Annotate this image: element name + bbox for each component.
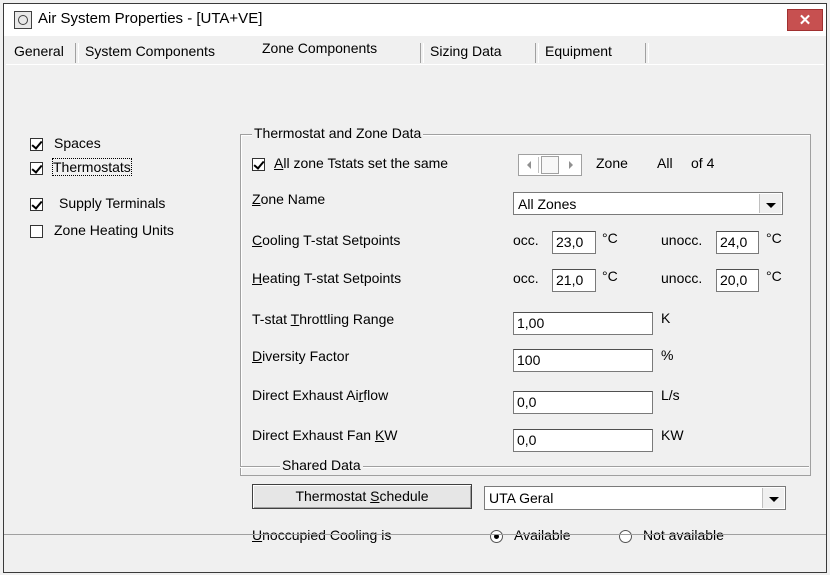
heating-unocc-input[interactable]: 20,0 <box>716 269 759 292</box>
cooling-occ-input[interactable]: 23,0 <box>552 231 596 254</box>
title-bar: Air System Properties - [UTA+VE] ✕ <box>4 4 826 36</box>
spaces-label: Spaces <box>54 135 101 151</box>
throttling-range-input[interactable]: 1,00 <box>513 312 653 335</box>
tab-separator <box>75 43 79 63</box>
tab-sizing-data[interactable]: Sizing Data <box>430 43 502 59</box>
diversity-factor-input[interactable]: 100 <box>513 349 653 372</box>
tab-separator <box>645 43 649 63</box>
thermostats-checkbox[interactable] <box>30 162 43 175</box>
zone-name-value: All Zones <box>518 196 577 212</box>
zone-components-panel: Spaces Thermostats Supply Terminals Zone… <box>6 64 824 543</box>
tab-bar: General System Components Zone Component… <box>4 37 826 65</box>
zone-value: All <box>657 155 673 171</box>
available-radio[interactable] <box>490 530 503 543</box>
heating-unocc-unit: °C <box>766 268 782 284</box>
tab-general[interactable]: General <box>14 43 64 59</box>
heating-occ-input[interactable]: 21,0 <box>552 269 596 292</box>
not-available-radio[interactable] <box>619 530 632 543</box>
supply-terminals-label: Supply Terminals <box>59 195 166 211</box>
heating-unocc-label: unocc. <box>661 270 703 286</box>
exhaust-airflow-unit: L/s <box>661 387 680 403</box>
heating-occ-unit: °C <box>602 268 618 284</box>
cooling-unocc-label: unocc. <box>661 232 703 248</box>
supply-terminals-checkbox[interactable] <box>30 198 43 211</box>
zone-heating-units-label: Zone Heating Units <box>54 222 174 238</box>
exhaust-airflow-input[interactable]: 0,0 <box>513 391 653 414</box>
zone-name-label: Zone Name <box>252 191 326 207</box>
cooling-unocc-unit: °C <box>766 230 782 246</box>
available-label: Available <box>514 527 571 543</box>
schedule-value: UTA Geral <box>489 490 554 506</box>
exhaust-fan-input[interactable]: 0,0 <box>513 429 653 452</box>
all-zone-tstats-label: All zone Tstats set the same <box>274 155 449 171</box>
zone-label: Zone <box>596 155 628 171</box>
shared-data-title: Shared Data <box>280 457 363 473</box>
chevron-down-icon[interactable] <box>759 194 781 213</box>
chevron-down-icon[interactable] <box>762 488 784 508</box>
zone-name-dropdown[interactable]: All Zones <box>513 192 783 215</box>
tab-separator <box>535 43 539 63</box>
exhaust-fan-unit: KW <box>661 427 684 443</box>
panel-bottom-border <box>4 534 826 535</box>
thermostat-zone-group-title: Thermostat and Zone Data <box>252 125 424 141</box>
diversity-factor-unit: % <box>661 347 674 363</box>
zone-spinner[interactable] <box>518 154 582 176</box>
thermostat-zone-group <box>240 134 811 476</box>
throttling-range-unit: K <box>661 310 671 326</box>
cooling-unocc-input[interactable]: 24,0 <box>716 231 759 254</box>
not-available-label: Not available <box>643 527 724 543</box>
cooling-occ-label: occ. <box>513 232 539 248</box>
zone-count: of 4 <box>691 155 715 171</box>
diversity-factor-label: Diversity Factor <box>252 348 350 364</box>
cooling-occ-unit: °C <box>602 230 618 246</box>
spinner-right-arrow-icon[interactable] <box>563 157 581 173</box>
spinner-thumb[interactable] <box>541 156 559 174</box>
close-button[interactable]: ✕ <box>787 9 823 31</box>
spaces-checkbox[interactable] <box>30 138 43 151</box>
tab-zone-components[interactable]: Zone Components <box>262 40 377 56</box>
tab-system-components[interactable]: System Components <box>85 43 215 59</box>
app-icon <box>14 11 32 29</box>
unoccupied-cooling-label: Unoccupied Cooling is <box>252 527 392 543</box>
all-zone-tstats-checkbox[interactable] <box>252 158 265 171</box>
heating-occ-label: occ. <box>513 270 539 286</box>
cooling-setpoints-label: Cooling T-stat Setpoints <box>252 232 401 248</box>
zone-heating-units-checkbox[interactable] <box>30 225 43 238</box>
tab-equipment[interactable]: Equipment <box>545 43 612 59</box>
schedule-dropdown[interactable]: UTA Geral <box>484 486 786 510</box>
thermostats-label: Thermostats <box>52 158 132 176</box>
heating-setpoints-label: Heating T-stat Setpoints <box>252 270 402 286</box>
exhaust-airflow-label: Direct Exhaust Airflow <box>252 387 389 403</box>
exhaust-fan-label: Direct Exhaust Fan KW <box>252 427 398 443</box>
window-title: Air System Properties - [UTA+VE] <box>38 10 263 27</box>
tab-separator <box>420 43 424 63</box>
dialog-window: Air System Properties - [UTA+VE] ✕ Gener… <box>3 3 827 573</box>
spinner-left-arrow-icon[interactable] <box>521 157 539 173</box>
thermostat-schedule-button[interactable]: Thermostat Schedule <box>252 484 472 509</box>
throttling-range-label: T-stat Throttling Range <box>252 311 395 327</box>
